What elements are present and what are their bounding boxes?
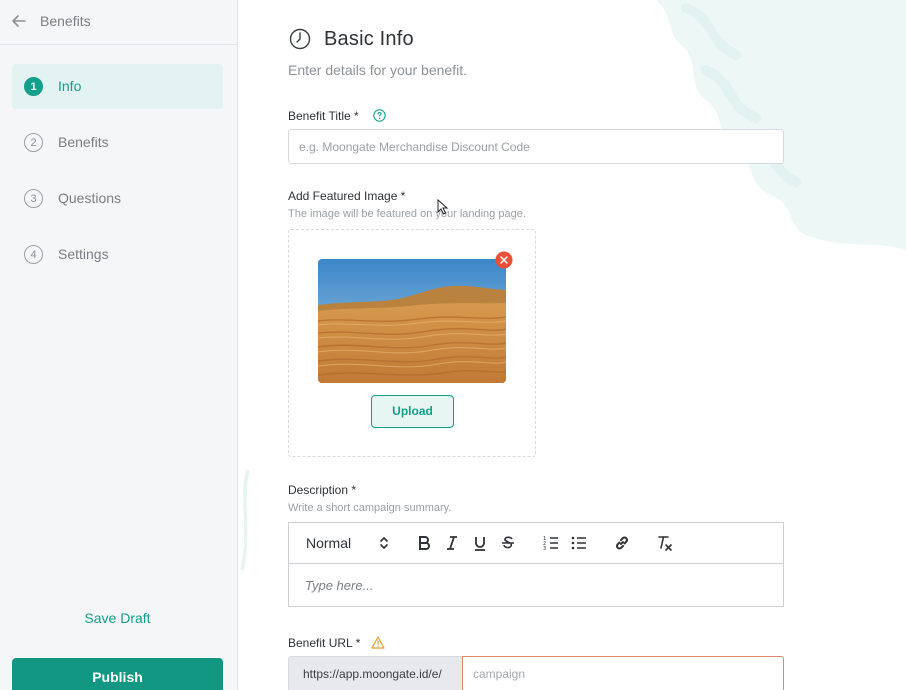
featured-image-hint: The image will be featured on your landi… bbox=[288, 208, 526, 220]
step-benefits[interactable]: 2 Benefits bbox=[12, 120, 223, 165]
underline-icon[interactable] bbox=[471, 534, 489, 552]
step-settings[interactable]: 4 Settings bbox=[12, 232, 223, 277]
step-number: 3 bbox=[24, 189, 43, 208]
step-info[interactable]: 1 Info bbox=[12, 64, 223, 109]
sidebar: Benefits 1 Info 2 Benefits 3 Questions 4… bbox=[0, 0, 238, 690]
select-arrows-icon[interactable] bbox=[379, 536, 389, 550]
description-label: Description * bbox=[288, 483, 357, 497]
page-title: Basic Info bbox=[324, 28, 414, 50]
featured-image-preview bbox=[318, 259, 506, 383]
bullet-list-icon[interactable] bbox=[570, 534, 588, 552]
link-icon[interactable] bbox=[613, 534, 631, 552]
description-editor: Normal 123 Type here... bbox=[288, 522, 784, 607]
step-questions[interactable]: 3 Questions bbox=[12, 176, 223, 221]
publish-button[interactable]: Publish bbox=[12, 658, 223, 690]
step-label: Info bbox=[58, 78, 82, 94]
svg-text:3: 3 bbox=[543, 546, 546, 552]
sidebar-header: Benefits bbox=[0, 0, 237, 45]
bold-icon[interactable] bbox=[415, 534, 433, 552]
format-select[interactable]: Normal bbox=[306, 535, 351, 551]
upload-button[interactable]: Upload bbox=[371, 395, 454, 428]
url-prefix: https://app.moongate.id/e/ bbox=[288, 656, 463, 690]
benefit-url-input[interactable] bbox=[462, 656, 784, 690]
main-form: Basic Info Enter details for your benefi… bbox=[238, 0, 906, 690]
benefit-title-label: Benefit Title * bbox=[288, 109, 359, 123]
featured-image-label: Add Featured Image * bbox=[288, 189, 406, 203]
step-number: 4 bbox=[24, 245, 43, 264]
sidebar-title: Benefits bbox=[40, 13, 91, 29]
clock-icon bbox=[289, 28, 311, 50]
warning-icon bbox=[371, 636, 385, 649]
featured-image-dropzone[interactable]: Upload bbox=[288, 229, 536, 457]
editor-toolbar: Normal 123 bbox=[289, 523, 783, 564]
clear-format-icon[interactable] bbox=[656, 534, 674, 552]
save-draft-button[interactable]: Save Draft bbox=[12, 610, 223, 626]
step-label: Benefits bbox=[58, 134, 109, 150]
remove-image-icon[interactable] bbox=[495, 251, 513, 269]
step-label: Questions bbox=[58, 190, 122, 206]
ordered-list-icon[interactable]: 123 bbox=[542, 534, 560, 552]
italic-icon[interactable] bbox=[443, 534, 461, 552]
description-hint: Write a short campaign summary. bbox=[288, 502, 452, 514]
page-subtitle: Enter details for your benefit. bbox=[288, 62, 467, 78]
mouse-cursor-icon bbox=[437, 198, 449, 215]
benefit-title-input[interactable] bbox=[288, 129, 784, 164]
step-label: Settings bbox=[58, 246, 109, 262]
step-number: 2 bbox=[24, 133, 43, 152]
strikethrough-icon[interactable] bbox=[499, 534, 517, 552]
step-number: 1 bbox=[24, 77, 43, 96]
benefit-url-label: Benefit URL * bbox=[288, 636, 361, 650]
help-icon[interactable] bbox=[373, 109, 386, 122]
description-text-area[interactable]: Type here... bbox=[305, 578, 373, 593]
arrow-left-icon[interactable] bbox=[10, 12, 28, 30]
